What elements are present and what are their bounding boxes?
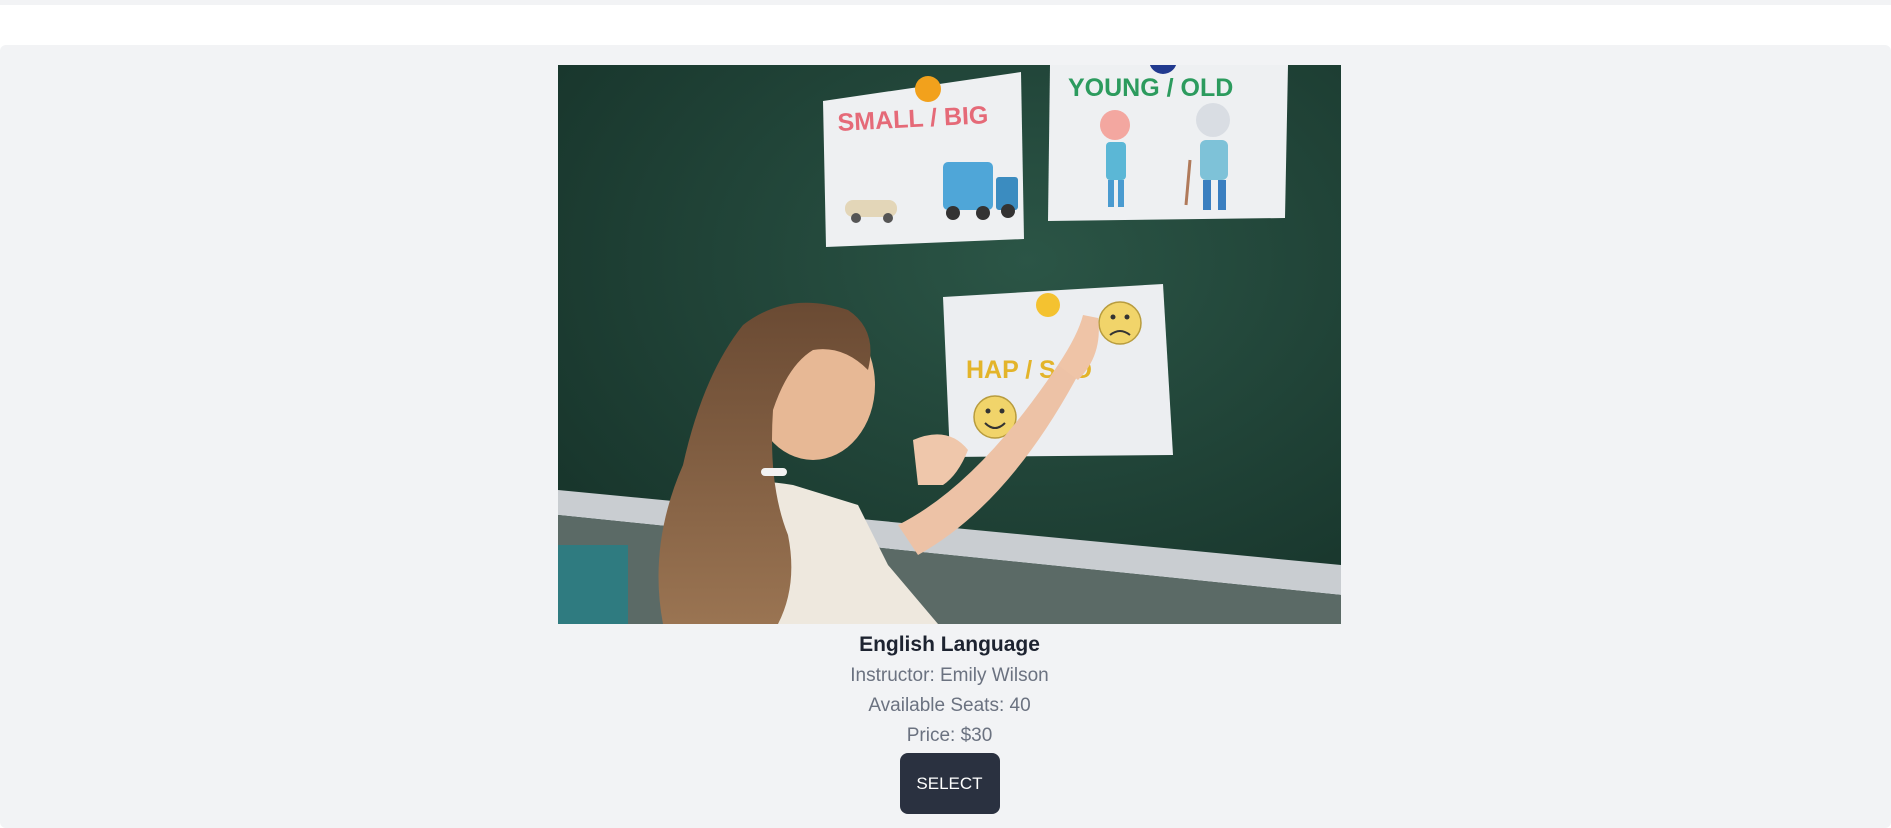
- select-button[interactable]: SELECT: [899, 753, 1000, 814]
- small-big-card: SMALL / BIG: [823, 72, 1024, 247]
- course-seats: Available Seats: 40: [868, 695, 1031, 716]
- top-strip: [0, 0, 1891, 5]
- course-price: Price: $30: [906, 725, 993, 746]
- course-instructor: Instructor: Emily Wilson: [850, 665, 1049, 686]
- young-old-card: YOUNG / OLD: [1048, 65, 1288, 221]
- course-title: English Language: [859, 633, 1040, 656]
- course-image: SMALL / BIG YOUNG / OLD HAP / SAD: [558, 65, 1341, 624]
- course-card: SMALL / BIG YOUNG / OLD HAP / SAD Englis…: [558, 65, 1341, 814]
- young-old-text: YOUNG / OLD: [1068, 74, 1233, 102]
